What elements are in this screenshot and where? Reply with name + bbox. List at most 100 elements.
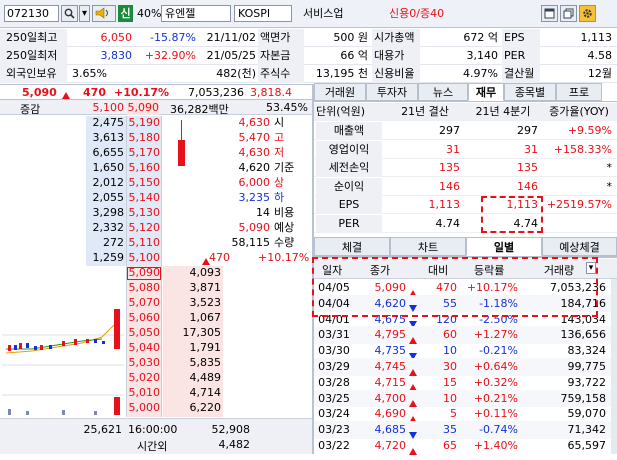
ask-price[interactable]: 5,110 [127,236,161,251]
ask-price[interactable]: 5,160 [127,161,161,176]
summary-value: 6,050 [100,31,133,44]
summary-value: 12월 [587,67,612,80]
ask-price[interactable]: 5,170 [127,146,161,161]
fin-item-name: EPS [316,196,382,214]
financial-row: 영업이익 31 31 +158.33% [314,140,617,159]
copy-icon[interactable] [560,5,577,22]
gear-icon[interactable] [579,5,596,22]
bid-price[interactable]: 5,070 [127,296,161,311]
ask-price[interactable]: 5,120 [127,221,161,236]
bid-qty: 6,220 [189,401,222,414]
fin-item-name: 순이익 [316,177,382,196]
search-icon[interactable] [61,5,78,22]
quote-bar: 5,090 470 +10.17% 7,053,236 3,818.4 [0,84,312,100]
stock-code-input[interactable]: 072130 [4,5,59,22]
financials-header: 단위(억원) 21년 결산 21년 4분기 증가율(YOY) [314,103,617,121]
fin-quarter-value: 31 [524,142,538,156]
summary-value: 3,140 [466,49,499,62]
ask-price[interactable]: 5,190 [127,116,161,131]
info-value: 5,090 [238,221,271,234]
speaker-icon[interactable] [92,5,116,22]
bid-price[interactable]: 5,030 [127,356,161,371]
best-bid: 5,090 [127,100,159,115]
daily-tab-2[interactable]: 일별 [466,237,542,256]
fin-item-name: 매출액 [316,122,382,140]
scrollbar[interactable] [611,279,617,454]
stock-summary: 250일최고 6,050 -15.87% 21/11/02 액면가 500 원 … [0,29,617,83]
ask-qty: 3,298 [92,206,125,219]
summary-value: 3,830 [100,49,133,62]
summary-date: 21/05/25 [206,49,256,62]
ask-qty: 1,259 [92,251,125,264]
fin-yoy-value: * [606,179,613,193]
info-value: 14 [256,206,270,219]
tab-0[interactable]: 거래원 [314,83,366,101]
orderbook-header: 증감 5,100 5,090 36,282백만 53.45% [0,100,312,116]
ask-price[interactable]: 5,180 [127,131,161,146]
bid-price[interactable]: 5,060 [127,311,161,326]
orderbook-footer: 25,621 16:00:00 52,908 시간외 4,482 [0,418,312,454]
bid-qty: 5,835 [189,356,222,369]
tab-3[interactable]: 재무 [468,83,504,101]
financial-row: 세전손익 135 135 * [314,159,617,177]
toolbar: 072130 ▾ 신 40% 유엔젤 KOSPI 서비스업 신용0/증40 [0,0,617,28]
bid-price[interactable]: 5,090 [127,266,161,281]
bid-qty: 4,489 [189,371,222,384]
tab-2[interactable]: 뉴스 [418,83,468,101]
mini-price-chart [2,309,124,415]
ask-price[interactable]: 5,130 [127,206,161,221]
summary-label: 대용가 [372,47,420,65]
info-value: 4,630 [238,116,271,129]
daily-rate: +1.40% [473,439,518,452]
change-amount: 470 [83,86,106,99]
dropdown-chevron-icon[interactable]: ▾ [79,5,90,22]
bid-price[interactable]: 5,000 [127,401,161,416]
daily-tab-0[interactable]: 체결 [314,237,390,256]
info-value: 6,000 [238,176,271,189]
info-label: 비용 [274,206,295,219]
daily-tab-3[interactable]: 예상체결 [542,237,617,256]
daily-change: 65 [443,439,457,452]
ask-qty: 2,012 [92,176,125,189]
bid-qty: 1,791 [189,341,222,354]
table-row[interactable]: 03/22 4,720 65 +1.40% 65,597 [314,437,611,455]
window-icon[interactable] [541,5,558,22]
highlight-box [481,196,543,233]
bid-price[interactable]: 5,010 [127,386,161,401]
tab-4[interactable]: 종목별 [504,83,556,101]
ask-qty: 272 [103,236,124,249]
tab-1[interactable]: 투자자 [366,83,418,101]
fin-quarter-value: 135 [517,161,538,174]
bid-price[interactable]: 5,020 [127,371,161,386]
bid-qty: 4,714 [189,386,222,399]
ask-price[interactable]: 5,150 [127,176,161,191]
ask-price[interactable]: 5,140 [127,191,161,206]
financial-row: 매출액 297 297 +9.59% [314,122,617,140]
info-label: 저 [274,146,285,159]
fin-annual-value: 146 [439,179,460,193]
amount-pct: 53.45% [266,101,308,114]
fin-item-name: 세전손익 [316,159,382,177]
info-label: 고 [274,131,285,144]
bid-qty: 4,093 [189,266,222,279]
tab-5[interactable]: 프로 [556,83,602,101]
fin-annual-value: 31 [446,142,460,156]
summary-label: 250일최고 [0,29,67,47]
summary-value: 13,195 천 [315,67,368,80]
summary-label: 액면가 [258,29,304,47]
stock-name-field[interactable]: 유엔젤 [161,5,231,22]
daily-tab-1[interactable]: 차트 [390,237,466,256]
bid-price[interactable]: 5,040 [127,341,161,356]
bid-price[interactable]: 5,080 [127,281,161,296]
total-volume: 7,053,236 [188,86,244,99]
financial-row: EPS 1,113 1,113 +2519.57% [314,196,617,214]
fin-annual-value: 1,113 [428,198,461,211]
bid-price[interactable]: 5,050 [127,326,161,341]
trade-amount: 36,282백만 [170,103,229,116]
orderbook: 증감 5,100 5,090 36,282백만 53.45% 2,475 5,19… [0,100,312,454]
summary-rate: +32.90% [144,49,196,62]
ask-price[interactable]: 5,100 [127,251,161,266]
bid-qty: 3,523 [189,296,222,309]
after-hours-label: 시간외 [137,440,168,453]
fin-quarter-value: 146 [517,179,538,193]
